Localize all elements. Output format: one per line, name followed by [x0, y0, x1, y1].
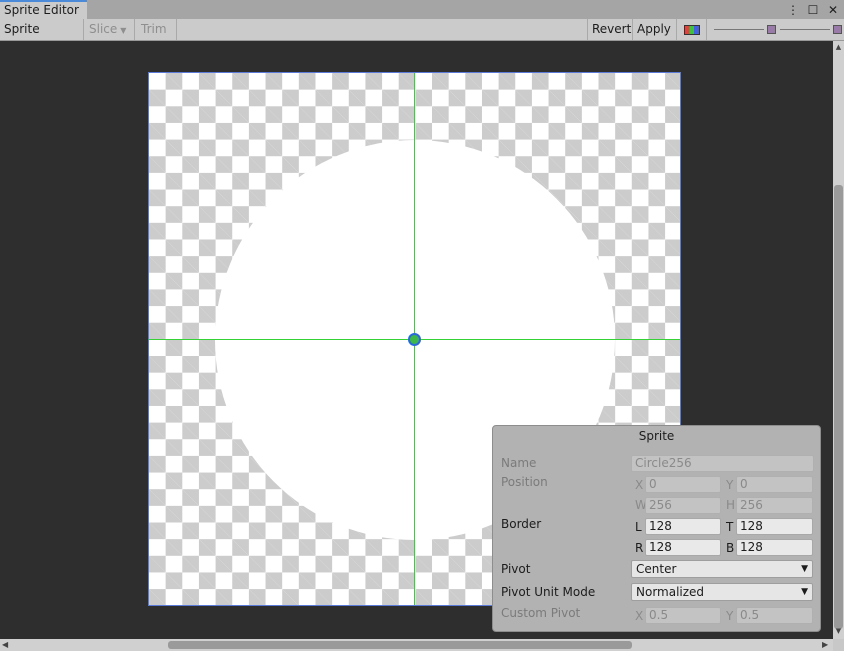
pivot-unit-mode-label: Pivot Unit Mode	[501, 585, 596, 599]
pivot-handle[interactable]	[408, 333, 421, 346]
custom-pivot-x-field[interactable]: 0.5	[645, 607, 721, 624]
pivot-unit-mode-dropdown[interactable]: Normalized ▼	[631, 583, 813, 601]
more-options-icon[interactable]: ⋮	[786, 3, 800, 17]
editor-toolbar: Sprite Editor▼ Slice▼ Trim Revert Apply	[0, 19, 844, 57]
zoom-slider-track[interactable]	[714, 29, 764, 30]
horizontal-scroll-thumb[interactable]	[168, 641, 632, 649]
pivot-value: Center	[636, 562, 677, 576]
mip-slider-thumb[interactable]	[833, 25, 842, 34]
pivot-label: Pivot	[501, 562, 531, 576]
width-field[interactable]: 256	[645, 497, 721, 514]
chevron-down-icon: ▼	[801, 587, 808, 597]
tab-title: Sprite Editor	[4, 3, 79, 17]
border-label: Border	[501, 517, 542, 531]
revert-button[interactable]: Revert	[587, 19, 633, 40]
chevron-down-icon: ▼	[801, 564, 808, 574]
window-tab-bar: Sprite Editor ⋮ ☐ ✕	[0, 0, 844, 20]
height-field[interactable]: 256	[736, 497, 813, 514]
chevron-down-icon: ▼	[120, 26, 127, 35]
border-left-field[interactable]: 128	[645, 518, 721, 535]
tab-sprite-editor[interactable]: Sprite Editor	[0, 0, 87, 19]
rgb-channels-icon	[684, 24, 700, 35]
name-label: Name	[501, 456, 537, 470]
border-top-field[interactable]: 128	[736, 518, 813, 535]
close-icon[interactable]: ✕	[826, 3, 840, 17]
horizontal-scrollbar[interactable]: ◀ ▶	[0, 639, 833, 651]
vertical-scroll-thumb[interactable]	[834, 185, 843, 629]
position-y-field[interactable]: 0	[736, 476, 813, 493]
pivot-dropdown[interactable]: Center ▼	[631, 560, 813, 578]
trim-button[interactable]: Trim	[135, 19, 177, 40]
window-controls: ⋮ ☐ ✕	[786, 0, 840, 19]
border-right-field[interactable]: 128	[645, 539, 721, 556]
pivot-unit-mode-value: Normalized	[636, 585, 705, 599]
border-bottom-field[interactable]: 128	[736, 539, 813, 556]
name-field[interactable]: Circle256	[631, 455, 814, 472]
custom-pivot-y-field[interactable]: 0.5	[736, 607, 813, 624]
custom-pivot-label: Custom Pivot	[501, 606, 581, 620]
slice-button[interactable]: Slice ▼	[84, 19, 135, 40]
position-label: Position	[501, 475, 548, 489]
scroll-right-icon[interactable]: ▶	[822, 640, 828, 649]
zoom-slider-thumb[interactable]	[767, 25, 776, 34]
position-x-field[interactable]: 0	[645, 476, 721, 493]
maximize-icon[interactable]: ☐	[806, 3, 820, 17]
scroll-down-icon[interactable]: ▼	[834, 627, 843, 635]
apply-button[interactable]: Apply	[633, 19, 677, 40]
sprite-inspector-panel: Sprite Name Circle256 Position X 0 Y 0 W…	[492, 425, 821, 632]
mip-slider-track[interactable]	[780, 29, 830, 30]
scroll-left-icon[interactable]: ◀	[2, 640, 8, 649]
scroll-corner	[833, 639, 844, 651]
panel-title: Sprite	[638, 429, 675, 443]
slice-label: Slice	[89, 22, 118, 36]
editor-mode-dropdown[interactable]: Sprite Editor▼	[0, 19, 84, 57]
scroll-up-icon[interactable]: ▲	[834, 43, 843, 51]
vertical-scrollbar[interactable]: ▲ ▼	[833, 41, 844, 639]
channel-toggle-button[interactable]	[677, 19, 707, 40]
